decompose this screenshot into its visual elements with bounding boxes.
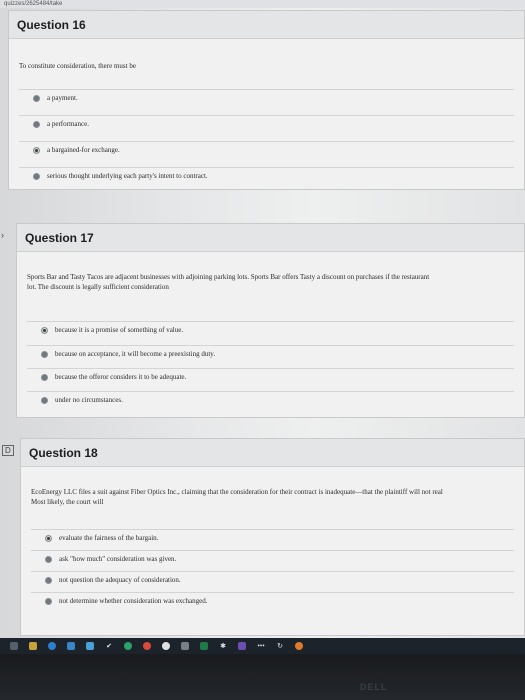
radio-icon[interactable] [41,374,48,381]
excel-icon[interactable] [200,642,208,650]
calculator-icon[interactable] [181,642,189,650]
question-17-title: Question 17 [17,224,524,252]
question-16-card: Question 16 To constitute consideration,… [8,10,525,190]
question-18-text-line-2: Most likely, the court will [31,498,104,506]
radio-icon[interactable] [33,95,40,102]
radio-icon[interactable] [33,121,40,128]
taskbar: ✔ ✱ ••• ↻ [0,638,525,654]
dots-icon[interactable]: ••• [257,642,265,650]
radio-icon[interactable] [45,577,52,584]
option-label: not determine whether consideration was … [59,597,208,605]
option-q17-a[interactable]: because it is a promise of something of … [27,321,514,339]
option-q18-d[interactable]: not determine whether consideration was … [31,592,514,610]
monitor-bezel [0,654,525,700]
option-label: under no circumstances. [55,396,123,404]
radio-icon[interactable] [33,173,40,180]
explorer-icon[interactable] [29,642,37,650]
option-q18-b[interactable]: ask "how much" consideration was given. [31,550,514,568]
firefox-icon[interactable] [295,642,303,650]
option-label: ask "how much" consideration was given. [59,555,177,563]
radio-selected-icon[interactable] [41,327,48,334]
option-label: a performance. [47,120,89,128]
radio-icon[interactable] [45,556,52,563]
app-icon[interactable] [238,642,246,650]
question-17-text-line-1: Sports Bar and Tasty Tacos are adjacent … [27,273,430,281]
option-q16-b[interactable]: a performance. [19,115,514,133]
question-16-text: To constitute consideration, there must … [19,62,136,70]
arrow-icon[interactable]: ↻ [276,642,284,650]
option-q18-a[interactable]: evaluate the fairness of the bargain. [31,529,514,547]
question-18-title: Question 18 [21,439,524,467]
tools-icon[interactable]: ✱ [219,642,227,650]
question-17-chevron-icon: › [1,230,4,240]
option-label: because the offeror considers it to be a… [55,373,187,381]
question-16-title: Question 16 [9,11,524,39]
question-17-text-line-2: lot. The discount is legally sufficient … [27,283,169,291]
option-label: serious thought underlying each party's … [47,172,208,180]
edge-icon[interactable] [48,642,56,650]
option-label: not question the adequacy of considerati… [59,576,181,584]
radio-selected-icon[interactable] [33,147,40,154]
option-q16-c[interactable]: a bargained-for exchange. [19,141,514,159]
option-q17-c[interactable]: because the offeror considers it to be a… [27,368,514,386]
quiz-page: Question 16 To constitute consideration,… [0,8,525,638]
radio-icon[interactable] [45,598,52,605]
option-q17-b[interactable]: because on acceptance, it will become a … [27,345,514,363]
option-label: evaluate the fairness of the bargain. [59,534,159,542]
radio-icon[interactable] [41,351,48,358]
option-q16-d[interactable]: serious thought underlying each party's … [19,167,514,185]
chrome-icon[interactable] [162,642,170,650]
option-label: because it is a promise of something of … [55,326,184,334]
option-label: a bargained-for exchange. [47,146,120,154]
task-view-icon[interactable] [10,642,18,650]
question-18-text-line-1: EcoEnergy LLC files a suit against Fiber… [31,488,443,496]
check-icon[interactable]: ✔ [105,642,113,650]
dell-logo: DELL [360,682,388,692]
question-18-card: Question 18 EcoEnergy LLC files a suit a… [20,438,525,636]
radio-selected-icon[interactable] [45,535,52,542]
store-icon[interactable] [67,642,75,650]
option-q18-c[interactable]: not question the adequacy of considerati… [31,571,514,589]
option-q16-a[interactable]: a payment. [19,89,514,107]
app-icon[interactable] [124,642,132,650]
question-18-status-icon: D [2,445,14,456]
media-icon[interactable] [143,642,151,650]
option-q17-d[interactable]: under no circumstances. [27,391,514,409]
option-label: a payment. [47,94,78,102]
browser-url-fragment: quizzes/2625484/take [0,0,525,8]
option-label: because on acceptance, it will become a … [55,350,216,358]
mail-icon[interactable] [86,642,94,650]
question-17-card: Question 17 Sports Bar and Tasty Tacos a… [16,223,525,418]
radio-icon[interactable] [41,397,48,404]
